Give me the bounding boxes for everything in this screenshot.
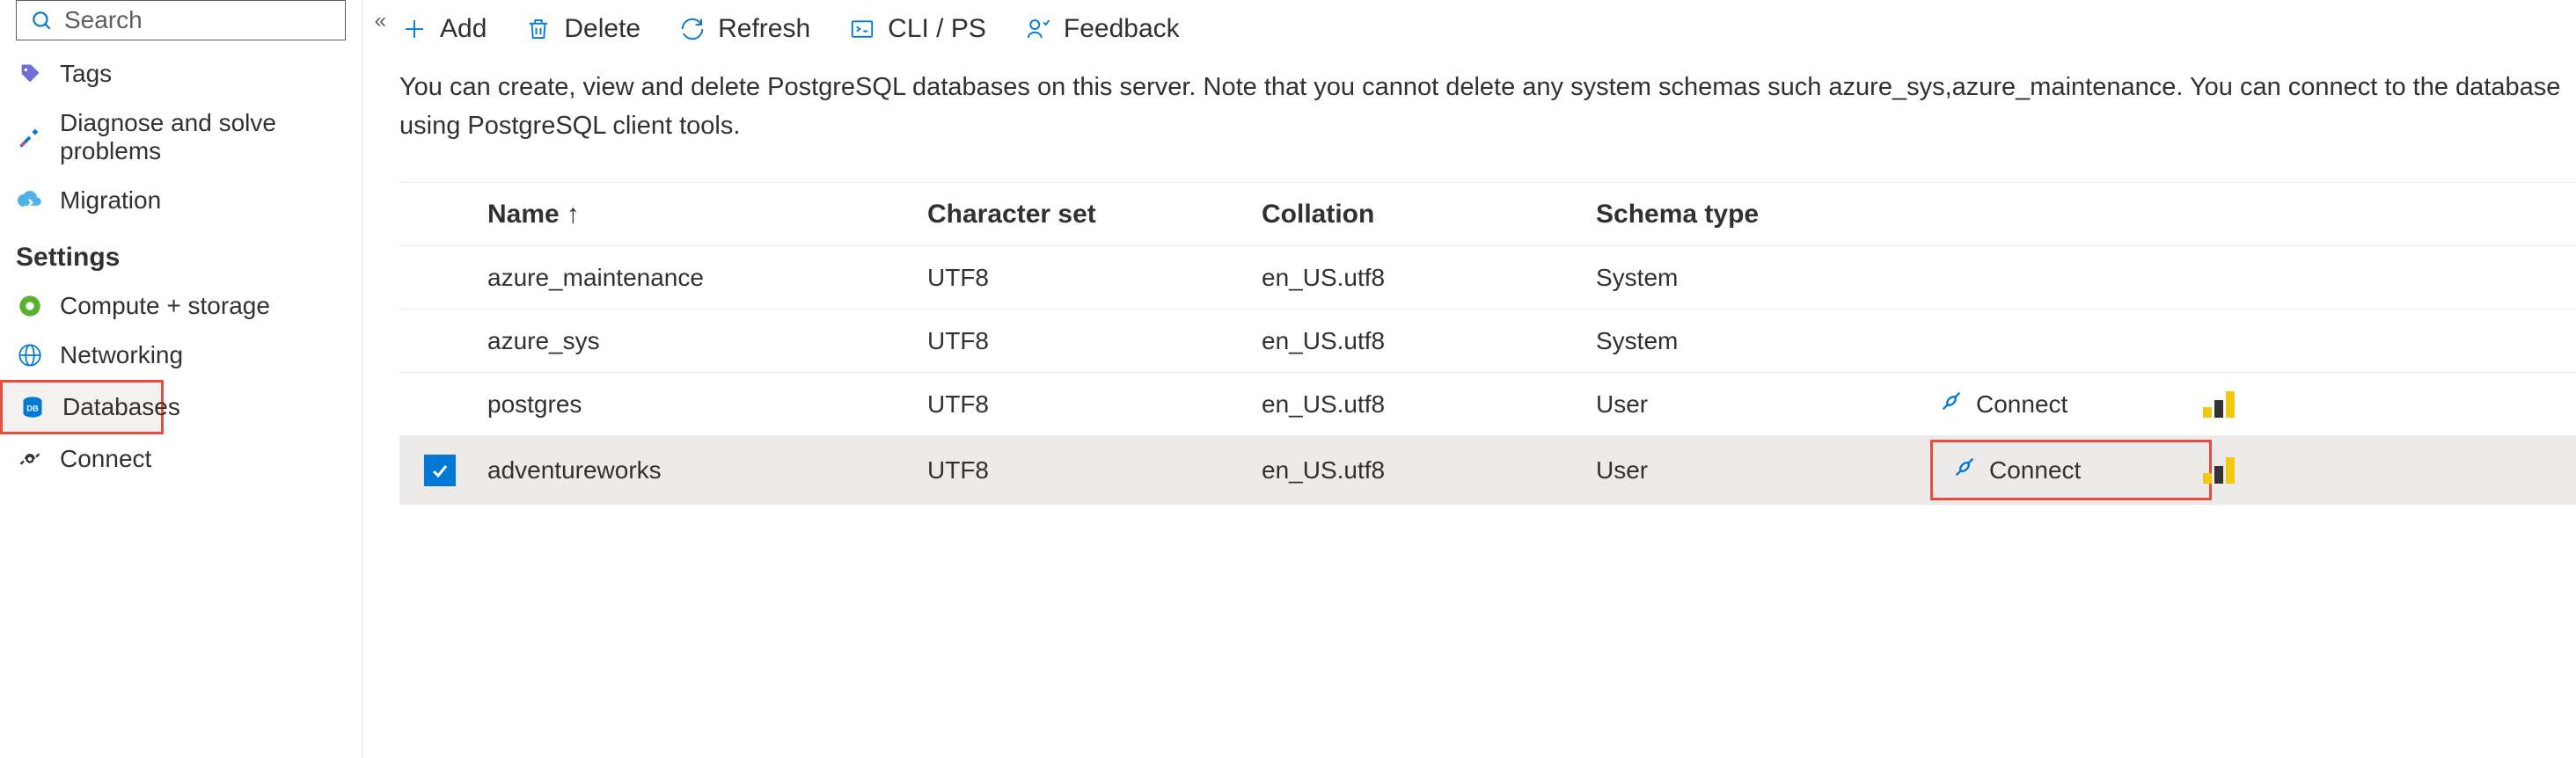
- cell-charset: UTF8: [927, 264, 1262, 292]
- trash-icon: [523, 14, 553, 44]
- sidebar: « Tags Diagnose and solve problems Migra…: [0, 0, 362, 758]
- globe-icon: [16, 341, 44, 369]
- sidebar-item-networking[interactable]: Networking: [0, 331, 362, 380]
- sidebar-item-migration[interactable]: Migration: [0, 176, 362, 225]
- terminal-icon: [847, 14, 877, 44]
- sort-asc-icon: ↑: [567, 200, 580, 229]
- cell-schema: System: [1596, 327, 1939, 355]
- sidebar-item-label: Tags: [60, 60, 112, 88]
- cell-schema: User: [1596, 390, 1939, 419]
- sidebar-item-label: Connect: [60, 445, 151, 473]
- connect-button[interactable]: Connect: [1930, 440, 2212, 500]
- add-button[interactable]: Add: [399, 14, 487, 44]
- cell-collation: en_US.utf8: [1262, 456, 1596, 485]
- col-collation[interactable]: Collation: [1262, 200, 1596, 230]
- cell-schema: System: [1596, 264, 1939, 292]
- tag-icon: [16, 60, 44, 88]
- cli-button[interactable]: CLI / PS: [847, 14, 986, 44]
- section-heading-settings: Settings: [0, 225, 362, 281]
- main-content: Add Delete Refresh CLI / PS Feedback: [362, 0, 2576, 758]
- svg-text:DB: DB: [26, 405, 39, 413]
- cell-collation: en_US.utf8: [1262, 264, 1596, 292]
- table-row[interactable]: azure_sys UTF8 en_US.utf8 System: [399, 310, 2576, 373]
- cell-name: azure_maintenance: [487, 264, 927, 292]
- delete-button[interactable]: Delete: [523, 14, 640, 44]
- page-description: You can create, view and delete PostgreS…: [399, 69, 2564, 182]
- plus-icon: [399, 14, 429, 44]
- table-header: Name↑ Character set Collation Schema typ…: [399, 183, 2576, 246]
- refresh-icon: [677, 14, 707, 44]
- storage-icon: [16, 292, 44, 320]
- col-charset[interactable]: Character set: [927, 200, 1262, 230]
- toolbar-label: Feedback: [1064, 14, 1180, 44]
- cell-schema: User: [1596, 456, 1939, 485]
- connect-icon: [16, 445, 44, 473]
- feedback-icon: [1023, 14, 1053, 44]
- cell-collation: en_US.utf8: [1262, 327, 1596, 355]
- connect-icon: [1952, 455, 1977, 485]
- cell-name: postgres: [487, 390, 927, 419]
- refresh-button[interactable]: Refresh: [677, 14, 810, 44]
- col-name[interactable]: Name↑: [487, 200, 927, 230]
- collapse-icon[interactable]: «: [375, 9, 386, 33]
- connect-icon: [1939, 389, 1964, 419]
- cell-charset: UTF8: [927, 390, 1262, 419]
- sidebar-item-label: Networking: [60, 341, 183, 369]
- sidebar-item-label: Databases: [62, 393, 180, 421]
- connect-label: Connect: [1976, 390, 2067, 419]
- wrench-icon: [16, 123, 44, 151]
- table-row[interactable]: adventureworks UTF8 en_US.utf8 User Conn…: [399, 436, 2576, 505]
- sidebar-item-tags[interactable]: Tags: [0, 49, 362, 98]
- cell-name: azure_sys: [487, 327, 927, 355]
- toolbar-label: Refresh: [718, 14, 810, 44]
- powerbi-icon[interactable]: [2203, 457, 2273, 484]
- cell-charset: UTF8: [927, 456, 1262, 485]
- sidebar-item-label: Diagnose and solve problems: [60, 109, 346, 165]
- sidebar-item-connect[interactable]: Connect: [0, 434, 362, 484]
- toolbar-label: Delete: [564, 14, 640, 44]
- toolbar-label: Add: [440, 14, 487, 44]
- sidebar-item-databases[interactable]: DB Databases: [0, 380, 164, 434]
- table-row[interactable]: azure_maintenance UTF8 en_US.utf8 System: [399, 246, 2576, 310]
- search-box[interactable]: [16, 0, 346, 40]
- cell-name: adventureworks: [487, 456, 927, 485]
- toolbar: Add Delete Refresh CLI / PS Feedback: [399, 0, 2576, 69]
- sidebar-item-label: Compute + storage: [60, 292, 270, 320]
- databases-table: Name↑ Character set Collation Schema typ…: [399, 182, 2576, 505]
- sidebar-item-label: Migration: [60, 186, 161, 215]
- col-schema[interactable]: Schema type: [1596, 200, 1939, 230]
- toolbar-label: CLI / PS: [888, 14, 986, 44]
- migration-icon: [16, 186, 44, 215]
- feedback-button[interactable]: Feedback: [1023, 14, 1180, 44]
- row-checkbox[interactable]: [424, 455, 456, 486]
- connect-button[interactable]: Connect: [1939, 389, 2203, 419]
- search-input[interactable]: [64, 6, 382, 34]
- cell-collation: en_US.utf8: [1262, 390, 1596, 419]
- cell-charset: UTF8: [927, 327, 1262, 355]
- search-icon: [27, 6, 55, 34]
- database-icon: DB: [18, 393, 47, 421]
- table-row[interactable]: postgres UTF8 en_US.utf8 User Connect: [399, 373, 2576, 436]
- sidebar-item-compute[interactable]: Compute + storage: [0, 281, 362, 331]
- powerbi-icon[interactable]: [2203, 391, 2273, 418]
- sidebar-item-diagnose[interactable]: Diagnose and solve problems: [0, 98, 362, 176]
- connect-label: Connect: [1989, 456, 2081, 485]
